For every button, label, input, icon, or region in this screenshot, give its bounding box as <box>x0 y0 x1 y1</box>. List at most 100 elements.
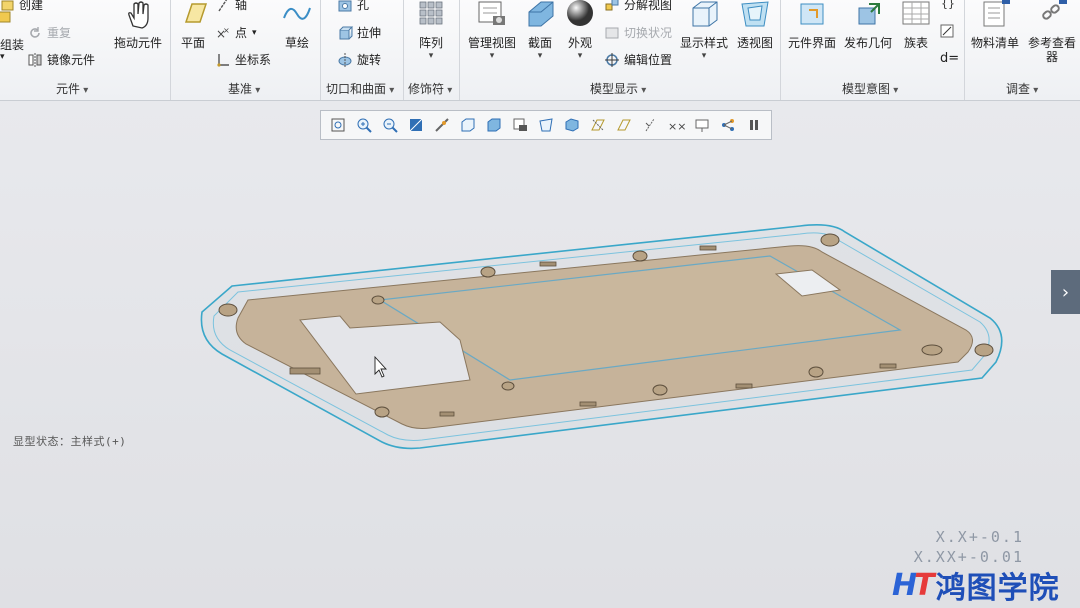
perspective-button[interactable]: 透视图 <box>734 0 776 50</box>
mirror-icon <box>28 52 42 67</box>
pause-icon[interactable] <box>743 114 765 136</box>
axis-display-icon[interactable] <box>613 114 635 136</box>
display-style-icon[interactable] <box>483 114 505 136</box>
family-table-icon <box>899 0 933 30</box>
group-label-components[interactable]: 元件 <box>56 80 88 97</box>
appearance-button[interactable]: 外观 ▾ <box>562 0 598 62</box>
group-label-cut-surface[interactable]: 切口和曲面 <box>326 80 394 97</box>
point-dropdown-icon[interactable]: ▾ <box>252 28 257 38</box>
display-state-label: 显型状态：主样式(+) <box>13 435 127 448</box>
extrude-button[interactable]: 拉伸 <box>338 24 381 41</box>
edge-clip <box>539 261 557 267</box>
saved-views-icon[interactable] <box>457 114 479 136</box>
datum-display-icon[interactable] <box>561 114 583 136</box>
csys-display-icon[interactable]: ×× <box>665 114 687 136</box>
point-button[interactable]: × × 点 ▾ <box>216 24 257 41</box>
pattern-icon <box>414 0 448 30</box>
screw-boss <box>820 233 840 247</box>
mirror-component-button[interactable]: 镜像元件 <box>28 51 95 68</box>
extrude-icon <box>338 26 354 40</box>
reference-viewer-icon <box>1035 0 1069 30</box>
svg-text:×: × <box>223 26 230 35</box>
zoom-in-icon[interactable] <box>353 114 375 136</box>
family-table-button[interactable]: 族表 <box>898 0 934 50</box>
divider <box>964 0 965 100</box>
csys-icon <box>216 53 230 67</box>
edge-clip <box>699 245 717 251</box>
publish-geometry-button[interactable]: 发布几何 <box>842 0 894 50</box>
assemble-label: 组装 <box>0 38 25 52</box>
group-label-datum[interactable]: 基准 <box>228 80 260 97</box>
point-display-icon[interactable] <box>639 114 661 136</box>
chevron-right-icon: › <box>1061 281 1070 303</box>
toggle-status-button[interactable]: 切换状况 <box>605 24 672 41</box>
svg-text:××: ×× <box>668 120 686 133</box>
graphics-viewport[interactable]: 显型状态：主样式(+) X.X+-0.1 X.XX+-0.01 <box>0 101 1080 608</box>
edit-position-button[interactable]: 编辑位置 <box>605 51 672 68</box>
section-button[interactable]: 截面 ▾ <box>522 0 558 62</box>
section-dropdown-icon[interactable]: ▾ <box>522 50 558 62</box>
axis-button[interactable]: 轴 <box>216 0 247 13</box>
annotation-display-icon[interactable] <box>691 114 713 136</box>
component-interface-button[interactable]: 元件界面 <box>786 0 838 50</box>
divider <box>170 0 171 100</box>
exploded-view-button[interactable]: 分解视图 <box>605 0 672 13</box>
publish-geometry-icon <box>851 0 885 30</box>
appearance-dropdown-icon[interactable]: ▾ <box>562 50 598 62</box>
view-toolbar: ×× <box>320 110 772 140</box>
pattern-button[interactable]: 阵列 ▾ <box>410 0 452 62</box>
divider <box>459 0 460 100</box>
zoom-out-icon[interactable] <box>379 114 401 136</box>
repaint-icon[interactable] <box>405 114 427 136</box>
model-canvas[interactable] <box>0 101 1080 608</box>
repeat-button[interactable]: 重复 <box>28 24 71 41</box>
switch-dimensions-button[interactable]: {} <box>940 0 955 10</box>
divider <box>320 0 321 100</box>
exploded-view-icon <box>605 0 619 12</box>
next-arrow-button[interactable]: › <box>1051 270 1080 314</box>
revolve-icon <box>338 52 352 67</box>
screw-boss <box>374 406 390 418</box>
plane-icon <box>176 0 210 30</box>
revolve-button[interactable]: 旋转 <box>338 51 381 68</box>
perspective-icon[interactable] <box>535 114 557 136</box>
brand-watermark: HT 鸿图学院 <box>892 563 1060 607</box>
csys-button[interactable]: 坐标系 <box>216 51 271 68</box>
brand-logo: HT <box>892 567 935 603</box>
repeat-icon <box>28 26 42 40</box>
display-style-button[interactable]: 显示样式 ▾ <box>678 0 730 62</box>
spin-center-icon[interactable] <box>717 114 739 136</box>
plane-display-icon[interactable] <box>587 114 609 136</box>
view-manager-icon[interactable] <box>509 114 531 136</box>
screw-boss <box>632 250 648 262</box>
hand-icon <box>121 0 155 30</box>
view-orient-icon[interactable] <box>431 114 453 136</box>
refit-icon[interactable] <box>327 114 349 136</box>
display-style-dropdown-icon[interactable]: ▾ <box>678 50 730 62</box>
parameters-button[interactable] <box>940 24 954 38</box>
toggle-status-icon <box>605 26 619 40</box>
group-label-model-intent[interactable]: 模型意图 <box>842 80 898 97</box>
bom-button[interactable]: 物料清单 <box>968 0 1022 50</box>
assemble-dropdown[interactable]: ▾ <box>0 52 5 62</box>
display-style-icon <box>687 0 721 30</box>
manage-views-dropdown-icon[interactable]: ▾ <box>465 50 519 62</box>
group-label-investigate[interactable]: 调查 <box>1006 80 1038 97</box>
group-label-modifiers[interactable]: 修饰符 <box>408 80 452 97</box>
manage-views-button[interactable]: 管理视图 ▾ <box>465 0 519 62</box>
perspective-icon <box>738 0 772 30</box>
edge-clip <box>289 367 321 375</box>
edge-clip <box>579 401 597 407</box>
assemble-button[interactable] <box>0 10 12 24</box>
reference-viewer-button[interactable]: 参考查看器 <box>1024 0 1080 64</box>
hole-button[interactable]: 孔 <box>338 0 369 13</box>
edge-clip <box>439 411 455 417</box>
screw-boss <box>921 344 943 356</box>
divider <box>780 0 781 100</box>
group-label-model-display[interactable]: 模型显示 <box>590 80 646 97</box>
drag-components-button[interactable]: 拖动元件 <box>108 0 168 50</box>
pattern-dropdown-icon[interactable]: ▾ <box>410 50 452 62</box>
relations-button[interactable]: d= <box>940 51 959 66</box>
plane-button[interactable]: 平面 <box>172 0 214 50</box>
sketch-button[interactable]: 草绘 <box>278 0 316 50</box>
